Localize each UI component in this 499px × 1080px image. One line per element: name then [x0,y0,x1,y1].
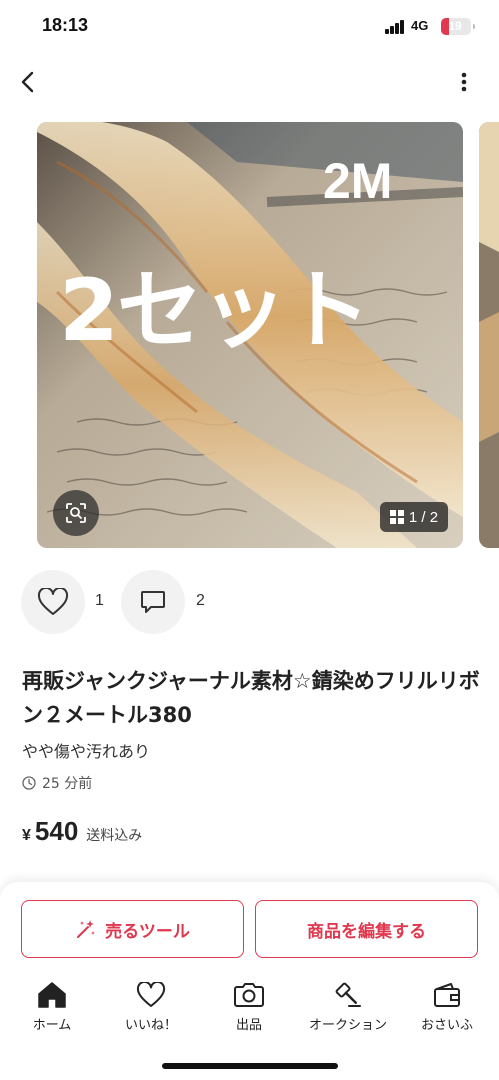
back-button[interactable] [12,66,44,98]
sell-tools-label: 売るツール [105,921,190,942]
shipping-note: 送料込み [86,828,143,844]
image-search-icon [66,503,86,523]
edit-item-button[interactable]: 商品を編集する [255,900,478,958]
photo-counter-text: 1 / 2 [408,508,439,526]
wallet-icon [434,983,460,1007]
tab-wallet[interactable]: おさいふ [401,980,493,1036]
gavel-icon [335,982,361,1007]
vertical-dots-icon [461,72,467,92]
price-currency: ¥ [22,827,31,844]
camera-icon [234,983,264,1007]
tab-sell[interactable]: 出品 [203,980,295,1036]
comment-count: 2 [196,592,205,609]
photo-overlay-set: 2セット [59,261,371,361]
tab-auction-label: オークション [308,1018,387,1033]
heart-icon [136,982,166,1007]
network-type: 4G [411,18,429,33]
status-bar: 18:13 4G 19 [0,0,499,56]
next-photo-peek[interactable] [479,122,499,548]
status-time: 18:13 [42,15,89,35]
comment-icon [141,591,165,613]
next-photo-image [479,122,499,548]
tab-auction[interactable]: オークション [302,980,394,1036]
chevron-left-icon [21,71,34,93]
grid-icon [389,510,404,524]
tab-wallet-label: おさいふ [420,1018,473,1033]
item-condition: やや傷や汚れあり [22,742,151,761]
heart-icon [37,588,69,615]
sell-tools-button[interactable]: 売るツール [21,900,244,958]
clock-icon [22,776,36,790]
sparkle-wand-icon [77,920,96,938]
like-count: 1 [95,592,104,609]
photo-counter: 1 / 2 [380,502,448,532]
tab-likes-label: いいね！ [124,1018,177,1033]
posted-time-text: 25 分前 [42,776,93,792]
price: ¥ 540 送料込み [22,816,142,847]
tab-home[interactable]: ホーム [6,980,98,1036]
edit-item-label: 商品を編集する [307,921,426,942]
photo-overlay-2m: 2M [323,153,393,209]
battery-icon: 19 [441,18,475,35]
product-photo[interactable]: 2M 2セット 1 / 2 [37,122,463,548]
tab-likes[interactable]: いいね！ [105,980,197,1036]
tab-home-label: ホーム [32,1018,72,1033]
home-indicator [162,1063,338,1069]
signal-icon [385,20,407,34]
price-amount: 540 [34,816,79,846]
more-options-button[interactable] [450,66,478,98]
like-button[interactable] [21,570,85,634]
image-search-button[interactable] [53,490,99,536]
tab-sell-label: 出品 [235,1018,262,1033]
battery-level: 19 [448,19,462,33]
home-icon [38,982,66,1008]
item-title: 再販ジャンクジャーナル素材☆錆染めフリルリボン２メートル380 [22,669,480,727]
posted-time: 25 分前 [22,773,92,793]
comment-button[interactable] [121,570,185,634]
